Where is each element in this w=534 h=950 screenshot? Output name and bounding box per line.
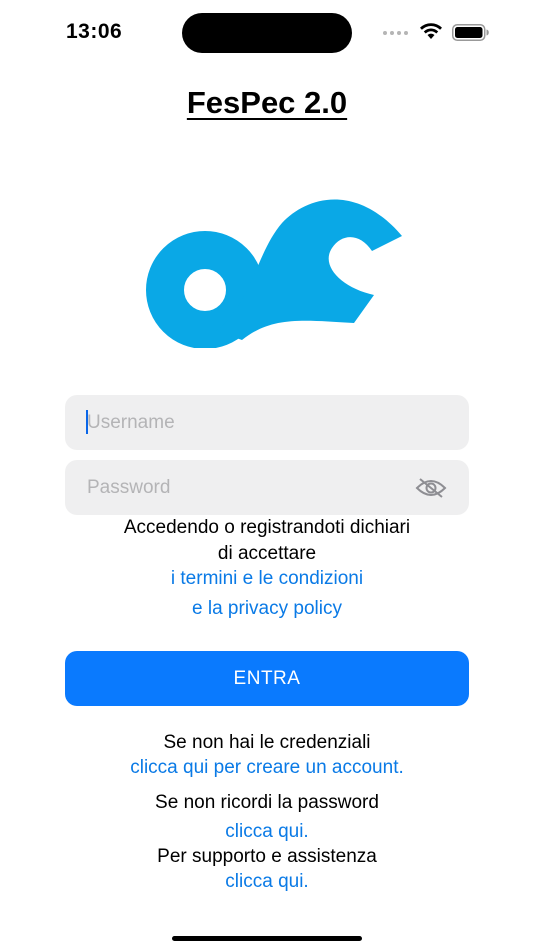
eye-slash-icon[interactable] [415,477,447,499]
password-input[interactable] [65,460,469,515]
password-field[interactable] [65,460,469,515]
text-caret [86,410,88,434]
status-time: 13:06 [66,20,123,43]
recover-password-link[interactable]: clicca qui. [225,821,308,842]
app-title: FesPec 2.0 [186,85,348,120]
recover-password-text: Se non ricordi la password [155,792,379,813]
cellular-signal-icon [383,31,408,35]
support-link[interactable]: clicca qui. [225,871,308,892]
login-button[interactable]: ENTRA [65,651,469,706]
privacy-policy-link[interactable]: e la privacy policy [192,598,342,619]
terms-link[interactable]: i termini e le condizioni [171,568,363,589]
status-bar: 13:06 [0,0,534,64]
disclaimer-line-2: di accettare [217,543,317,564]
username-input[interactable] [65,395,469,450]
terms-disclaimer: Accedendo o registrandoti dichiari di ac… [0,515,534,567]
username-field[interactable] [65,395,469,450]
register-text: Se non hai le credenziali [163,732,371,753]
support-text: Per supporto e assistenza [157,846,377,867]
dynamic-island [182,13,352,53]
wifi-icon [420,23,442,39]
home-indicator[interactable] [172,936,362,941]
battery-icon [452,24,489,41]
create-account-link[interactable]: clicca qui per creare un account. [130,757,404,778]
disclaimer-line-1: Accedendo o registrandoti dichiari [123,517,411,538]
fespec-logo [146,199,402,348]
